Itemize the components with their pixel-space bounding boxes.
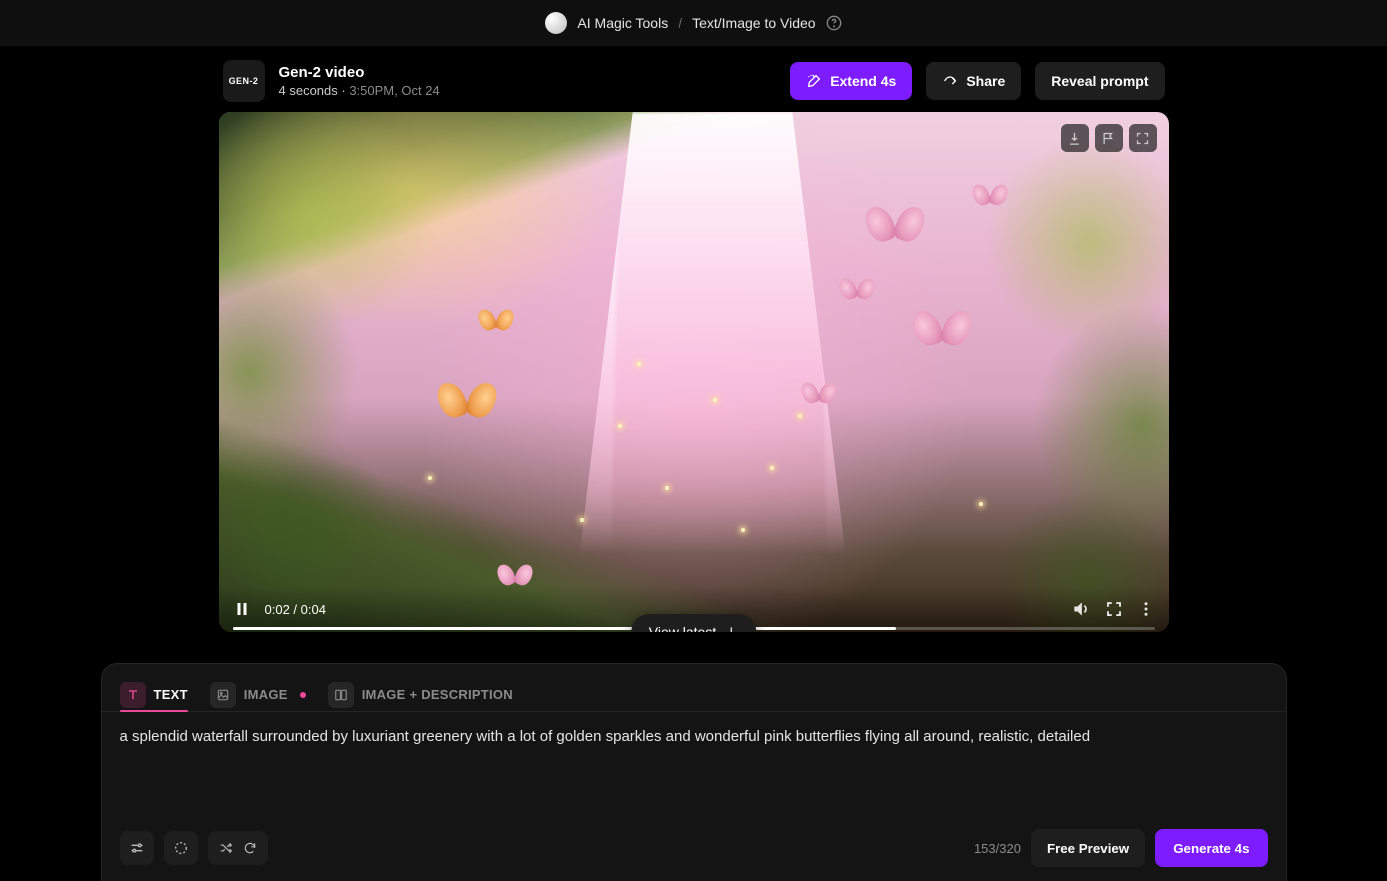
- free-preview-button[interactable]: Free Preview: [1031, 829, 1145, 867]
- extend-button-label: Extend 4s: [830, 73, 896, 89]
- shuffle-icon: [219, 841, 233, 855]
- video-frame: 0:02 / 0:04: [219, 112, 1169, 632]
- tab-image-description-label: IMAGE + DESCRIPTION: [362, 687, 513, 702]
- prompt-area: [102, 712, 1286, 817]
- extend-button[interactable]: Extend 4s: [790, 62, 912, 100]
- video-player[interactable]: 0:02 / 0:04 View latest: [219, 112, 1169, 632]
- prompt-input[interactable]: [120, 728, 1268, 817]
- title-block: Gen-2 video 4 seconds · 3:50PM, Oct 24: [279, 64, 440, 98]
- butterfly-decoration: [865, 206, 925, 256]
- tab-text-label: TEXT: [154, 687, 188, 702]
- tab-text[interactable]: TEXT: [120, 678, 188, 711]
- text-icon: [120, 682, 146, 708]
- video-overlay-controls: [1061, 124, 1157, 152]
- sparkle-decoration: [798, 414, 802, 418]
- image-icon: [210, 682, 236, 708]
- tab-image[interactable]: IMAGE: [210, 678, 306, 711]
- video-timestamp: 3:50PM, Oct 24: [349, 83, 439, 98]
- butterfly-decoration: [801, 382, 837, 412]
- sparkle-decoration: [618, 424, 622, 428]
- shuffle-refresh-button[interactable]: [208, 831, 268, 865]
- tab-image-label: IMAGE: [244, 687, 288, 702]
- view-latest-button[interactable]: View latest: [631, 614, 756, 632]
- fullscreen-icon[interactable]: [1105, 600, 1123, 618]
- butterfly-decoration: [972, 184, 1008, 214]
- prompt-panel: TEXT IMAGE IMAGE + DESCRIPTION: [101, 663, 1287, 881]
- sparkle-decoration: [979, 502, 983, 506]
- reveal-prompt-button[interactable]: Reveal prompt: [1035, 62, 1164, 100]
- video-subtitle: 4 seconds · 3:50PM, Oct 24: [279, 83, 440, 98]
- butterfly-decoration: [912, 310, 972, 360]
- prompt-footer: 153/320 Free Preview Generate 4s: [102, 817, 1286, 881]
- video-time-label: 0:02 / 0:04: [265, 602, 326, 617]
- tab-image-description[interactable]: IMAGE + DESCRIPTION: [328, 678, 513, 711]
- arrow-down-icon: [724, 625, 738, 632]
- share-button-label: Share: [966, 73, 1005, 89]
- video-header-row: GEN-2 Gen-2 video 4 seconds · 3:50PM, Oc…: [219, 60, 1169, 102]
- generate-button[interactable]: Generate 4s: [1155, 829, 1267, 867]
- reveal-prompt-label: Reveal prompt: [1051, 73, 1148, 89]
- share-button[interactable]: Share: [926, 62, 1021, 100]
- video-title: Gen-2 video: [279, 64, 440, 81]
- settings-icon[interactable]: [120, 831, 154, 865]
- video-progress-fill: [233, 627, 897, 630]
- image-description-icon: [328, 682, 354, 708]
- sparkle-decoration: [713, 398, 717, 402]
- butterfly-decoration: [478, 309, 514, 339]
- pause-icon[interactable]: [233, 600, 251, 618]
- volume-icon[interactable]: [1071, 599, 1091, 619]
- seed-icon[interactable]: [164, 831, 198, 865]
- waterfall-decoration: [580, 112, 846, 554]
- butterfly-decoration: [839, 278, 875, 308]
- sparkle-decoration: [637, 362, 641, 366]
- expand-icon[interactable]: [1129, 124, 1157, 152]
- avatar[interactable]: [545, 12, 567, 34]
- top-breadcrumb-bar: AI Magic Tools / Text/Image to Video: [0, 0, 1387, 46]
- sparkle-decoration: [428, 476, 432, 480]
- breadcrumb-separator: /: [678, 15, 682, 31]
- flag-icon[interactable]: [1095, 124, 1123, 152]
- breadcrumb-current[interactable]: Text/Image to Video: [692, 15, 815, 31]
- input-mode-tabs: TEXT IMAGE IMAGE + DESCRIPTION: [102, 664, 1286, 712]
- breadcrumb-root[interactable]: AI Magic Tools: [577, 15, 668, 31]
- foliage-decoration: [903, 112, 1169, 632]
- sparkle-decoration: [741, 528, 745, 532]
- char-counter: 153/320: [974, 841, 1021, 856]
- help-icon[interactable]: [826, 15, 842, 31]
- foliage-decoration: [219, 112, 523, 632]
- video-duration: 4 seconds: [279, 83, 338, 98]
- butterfly-decoration: [437, 382, 497, 432]
- tab-indicator-dot: [300, 692, 306, 698]
- sparkle-decoration: [580, 518, 584, 522]
- view-latest-label: View latest: [649, 624, 716, 632]
- download-icon[interactable]: [1061, 124, 1089, 152]
- gen2-badge: GEN-2: [223, 60, 265, 102]
- refresh-icon: [243, 841, 257, 855]
- more-vertical-icon[interactable]: [1137, 600, 1155, 618]
- sparkle-decoration: [770, 466, 774, 470]
